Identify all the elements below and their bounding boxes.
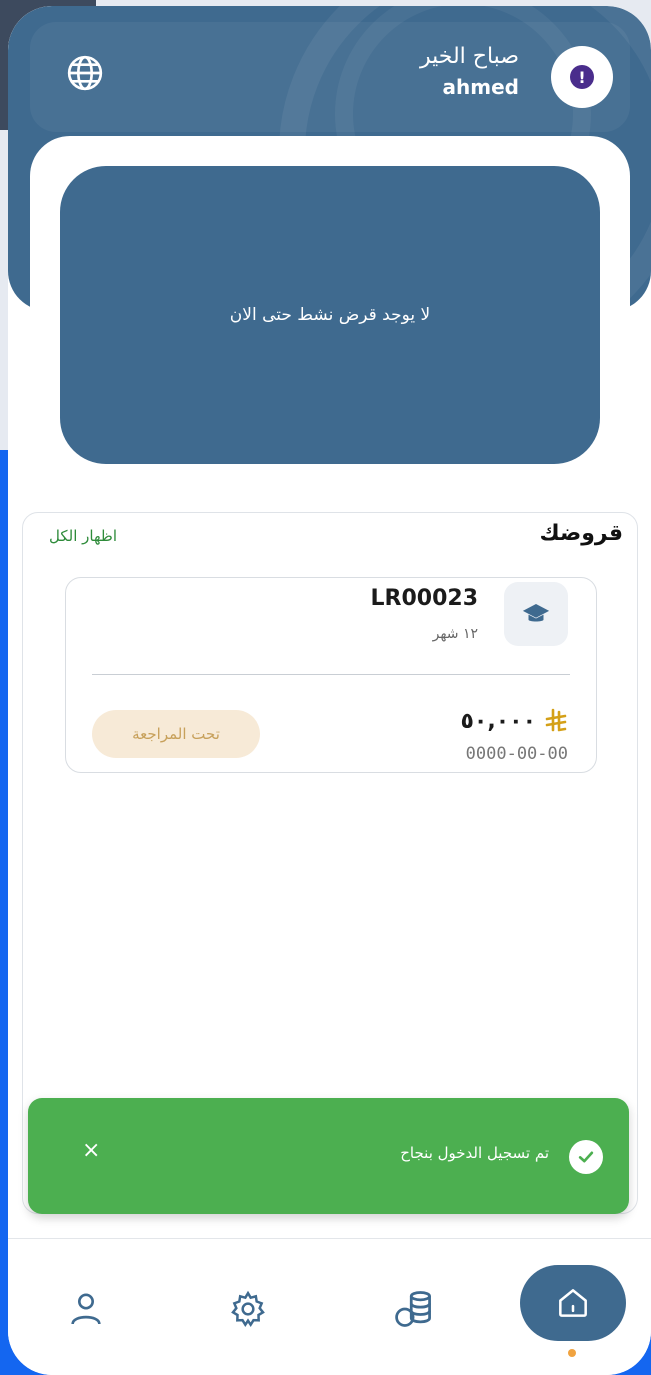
bottom-nav — [8, 1238, 651, 1375]
loan-date: 0000-00-00 — [465, 744, 568, 764]
loans-title: قروضك — [539, 521, 623, 546]
notification-button[interactable]: ! — [551, 46, 613, 108]
profile-icon — [71, 1293, 101, 1325]
loan-type-badge — [504, 582, 568, 646]
active-indicator — [568, 1349, 576, 1357]
show-all-link[interactable]: اظهار الكل — [49, 527, 117, 545]
username: ahmed — [442, 75, 519, 99]
close-icon[interactable]: × — [82, 1138, 100, 1163]
top-bar — [30, 22, 630, 132]
nav-profile[interactable] — [56, 1279, 116, 1339]
divider — [92, 674, 570, 675]
greeting: صباح الخير ahmed — [420, 42, 519, 102]
success-toast: تم تسجيل الدخول بنجاح × — [28, 1098, 629, 1214]
home-icon — [559, 1289, 587, 1317]
active-loan-card: لا يوجد قرض نشط حتى الان — [60, 166, 600, 464]
alert-icon: ! — [570, 65, 594, 89]
nav-loans[interactable] — [384, 1279, 444, 1339]
check-circle-icon — [569, 1140, 603, 1174]
empty-loan-message: لا يوجد قرض نشط حتى الان — [229, 305, 431, 325]
loan-card[interactable]: LR00023 ١٢ شهر ٥٠,٠٠٠ 0000-00-00 تحت الم… — [65, 577, 597, 773]
nav-settings[interactable] — [218, 1279, 278, 1339]
settings-icon — [231, 1290, 265, 1327]
globe-icon — [67, 55, 103, 91]
loan-amount: ٥٠,٠٠٠ — [460, 708, 537, 734]
graduation-cap-icon — [522, 604, 550, 622]
status-badge: تحت المراجعة — [92, 710, 260, 758]
nav-home[interactable] — [520, 1265, 626, 1341]
loan-amount-row: ٥٠,٠٠٠ — [461, 708, 569, 734]
loan-term: ١٢ شهر — [432, 626, 478, 642]
coins-icon — [395, 1291, 431, 1327]
app-screen: صباح الخير ahmed ! لا يوجد قرض نشط حتى ا… — [8, 6, 651, 1375]
toast-message: تم تسجيل الدخول بنجاح — [400, 1144, 549, 1162]
language-button[interactable] — [60, 48, 110, 98]
loan-id: LR00023 — [370, 586, 479, 611]
greeting-text: صباح الخير — [419, 44, 519, 69]
riyal-icon — [545, 708, 567, 732]
